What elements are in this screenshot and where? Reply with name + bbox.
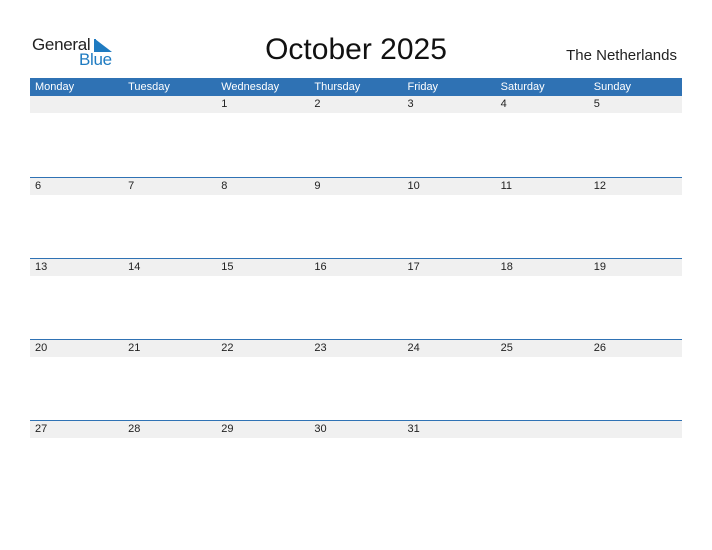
day-cell: 16 (314, 261, 327, 273)
day-cell: 6 (35, 180, 42, 192)
week-row: 1 2 3 4 5 (30, 96, 682, 177)
weekday-sunday: Sunday (593, 81, 632, 93)
weekday-saturday: Saturday (500, 81, 545, 93)
day-cell: 14 (128, 261, 141, 273)
week-row: 20 21 22 23 24 25 26 (30, 339, 682, 420)
day-cell: 22 (221, 342, 234, 354)
day-cell: 7 (128, 180, 135, 192)
weekday-thursday: Thursday (314, 81, 361, 93)
day-cell: 19 (593, 261, 606, 273)
day-cell: 23 (314, 342, 327, 354)
day-cell: 20 (35, 342, 48, 354)
day-cell: 25 (500, 342, 513, 354)
day-cell: 27 (35, 423, 48, 435)
day-cell: 1 (221, 98, 228, 110)
day-cell: 12 (593, 180, 606, 192)
date-strip: 27 28 29 30 31 (30, 421, 682, 438)
weekday-friday: Friday (407, 81, 439, 93)
date-strip: 1 2 3 4 5 (30, 96, 682, 113)
date-strip: 20 21 22 23 24 25 26 (30, 340, 682, 357)
weekday-tuesday: Tuesday (128, 81, 170, 93)
week-row: 27 28 29 30 31 (30, 420, 682, 501)
weekday-monday: Monday (35, 81, 75, 93)
day-cell (589, 421, 682, 438)
date-strip: 13 14 15 16 17 18 19 (30, 259, 682, 276)
day-cell: 5 (593, 98, 600, 110)
country-label: The Netherlands (566, 47, 677, 64)
week-row: 13 14 15 16 17 18 19 (30, 258, 682, 339)
day-cell: 2 (314, 98, 321, 110)
day-cell: 8 (221, 180, 228, 192)
day-cell: 21 (128, 342, 141, 354)
weekday-header-row: Monday Tuesday Wednesday Thursday Friday… (30, 78, 682, 96)
day-cell (496, 421, 589, 438)
day-cell: 28 (128, 423, 141, 435)
day-cell: 31 (407, 423, 420, 435)
day-cell: 9 (314, 180, 321, 192)
day-cell: 4 (500, 98, 507, 110)
week-row: 6 7 8 9 10 11 12 (30, 177, 682, 258)
day-cell: 26 (593, 342, 606, 354)
day-cell: 24 (407, 342, 420, 354)
calendar-grid: Monday Tuesday Wednesday Thursday Friday… (30, 78, 682, 501)
day-cell: 10 (407, 180, 420, 192)
day-cell: 15 (221, 261, 234, 273)
day-cell (30, 96, 123, 113)
day-cell (123, 96, 216, 113)
day-cell: 29 (221, 423, 234, 435)
day-cell: 18 (500, 261, 513, 273)
day-cell: 13 (35, 261, 48, 273)
day-cell: 3 (407, 98, 414, 110)
day-cell: 17 (407, 261, 420, 273)
day-cell: 11 (500, 180, 513, 192)
day-cell: 30 (314, 423, 327, 435)
date-strip: 6 7 8 9 10 11 12 (30, 178, 682, 195)
weeks-container: 1 2 3 4 5 6 7 8 9 10 11 12 13 14 15 16 17 18 19 20 21 22 23 24 2… (30, 96, 682, 501)
weekday-wednesday: Wednesday (221, 81, 280, 93)
